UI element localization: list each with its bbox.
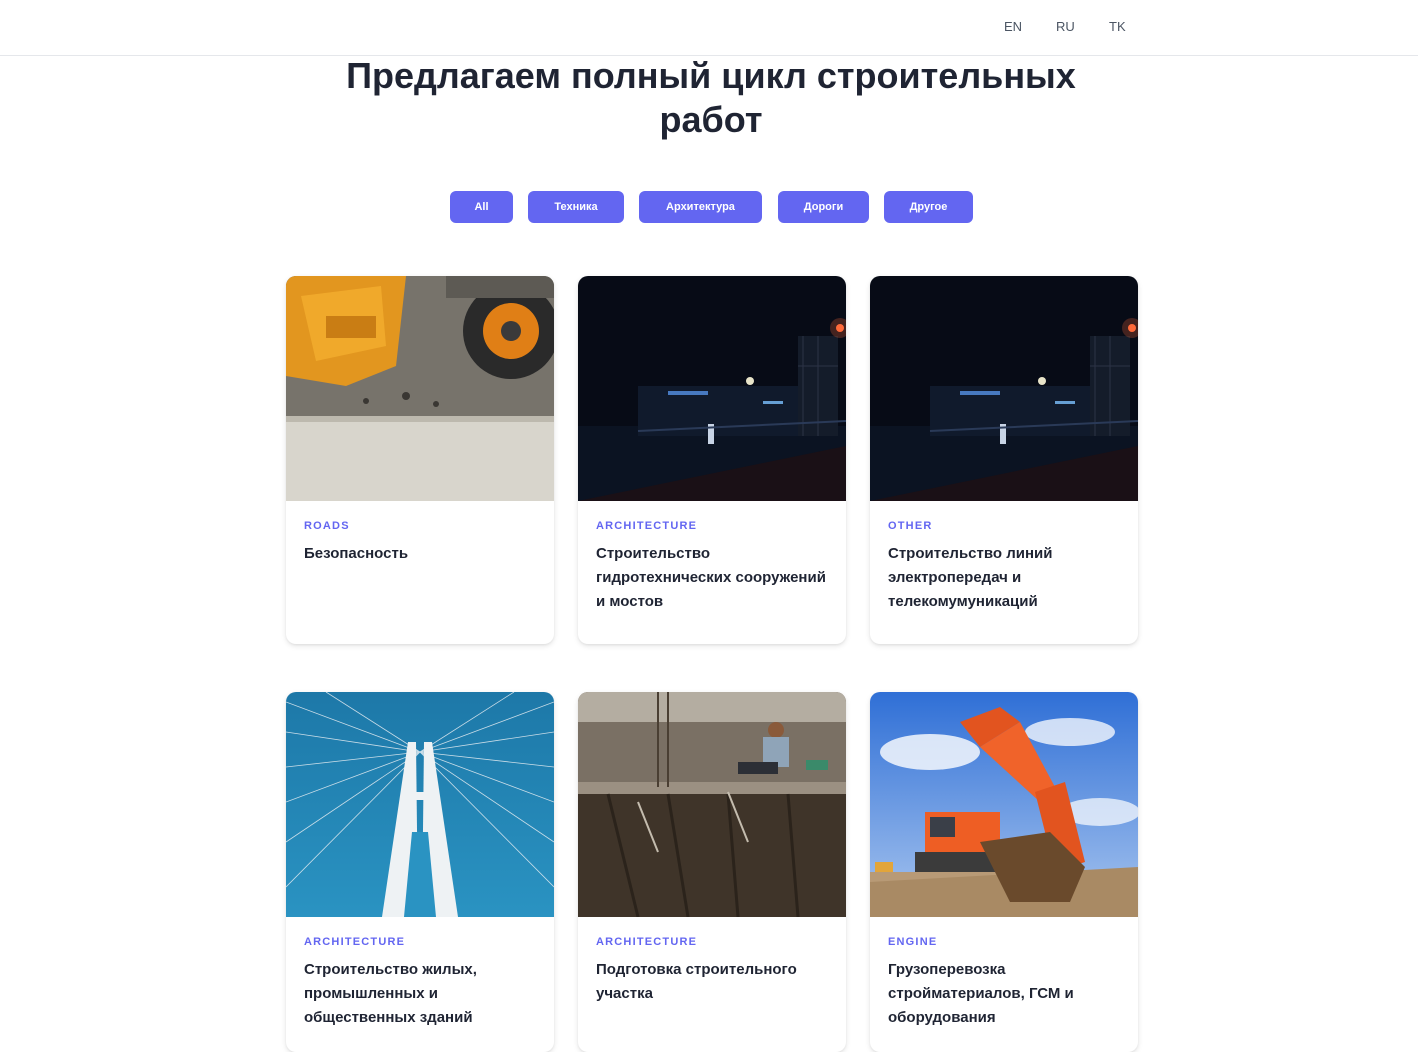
- lang-tk-link[interactable]: TK: [1109, 19, 1126, 34]
- card-image: [870, 692, 1138, 917]
- card-category: ROADS: [304, 520, 350, 532]
- page-title: Предлагаем полный цикл строительных рабо…: [346, 55, 1076, 140]
- night-construction-site-photo: [870, 276, 1138, 501]
- orange-excavator-photo: [870, 692, 1138, 917]
- project-card[interactable]: ARCHITECTURE Строительство гидротехничес…: [578, 276, 846, 644]
- project-card[interactable]: ARCHITECTURE Строительство жилых, промыш…: [286, 692, 554, 1052]
- project-card[interactable]: ENGINE Грузоперевозка стройматериалов, Г…: [870, 692, 1138, 1052]
- card-image: [578, 276, 846, 501]
- card-image: [286, 692, 554, 917]
- project-card[interactable]: OTHER Строительство линий электропередач…: [870, 276, 1138, 644]
- card-image: [286, 276, 554, 501]
- filter-machinery-button[interactable]: Техника: [528, 191, 624, 223]
- filter-bar: All Техника Архитектура Дороги Другое: [0, 191, 1418, 223]
- card-title: Строительство гидротехнических сооружени…: [596, 545, 826, 610]
- card-title: Строительство жилых, промышленных и обще…: [304, 961, 477, 1026]
- card-category: ARCHITECTURE: [596, 936, 698, 948]
- card-category: OTHER: [888, 520, 933, 532]
- project-card[interactable]: ARCHITECTURE Подготовка строительного уч…: [578, 692, 846, 1052]
- worker-on-formwork-photo: [578, 692, 846, 917]
- filter-other-button[interactable]: Другое: [884, 191, 973, 223]
- card-image: [870, 276, 1138, 501]
- project-card[interactable]: ROADS Безопасность: [286, 276, 554, 644]
- card-title: Грузоперевозка стройматериалов, ГСМ и об…: [888, 961, 1074, 1026]
- filter-architecture-button[interactable]: Архитектура: [639, 191, 762, 223]
- cable-stayed-bridge-photo: [286, 692, 554, 917]
- filter-roads-button[interactable]: Дороги: [778, 191, 869, 223]
- card-title: Безопасность: [304, 545, 409, 562]
- card-title: Строительство линий электропередач и тел…: [888, 545, 1053, 610]
- card-category: ENGINE: [888, 936, 938, 948]
- lang-ru-link[interactable]: RU: [1056, 19, 1075, 34]
- card-category: ARCHITECTURE: [596, 520, 698, 532]
- top-navbar: EN RU TK: [0, 0, 1418, 56]
- card-category: ARCHITECTURE: [304, 936, 406, 948]
- night-construction-site-photo: [578, 276, 846, 501]
- card-title: Подготовка строительного участка: [596, 961, 797, 1002]
- filter-all-button[interactable]: All: [450, 191, 513, 223]
- card-image: [578, 692, 846, 917]
- construction-machine-wheel-photo: [286, 276, 554, 501]
- lang-en-link[interactable]: EN: [1004, 19, 1022, 34]
